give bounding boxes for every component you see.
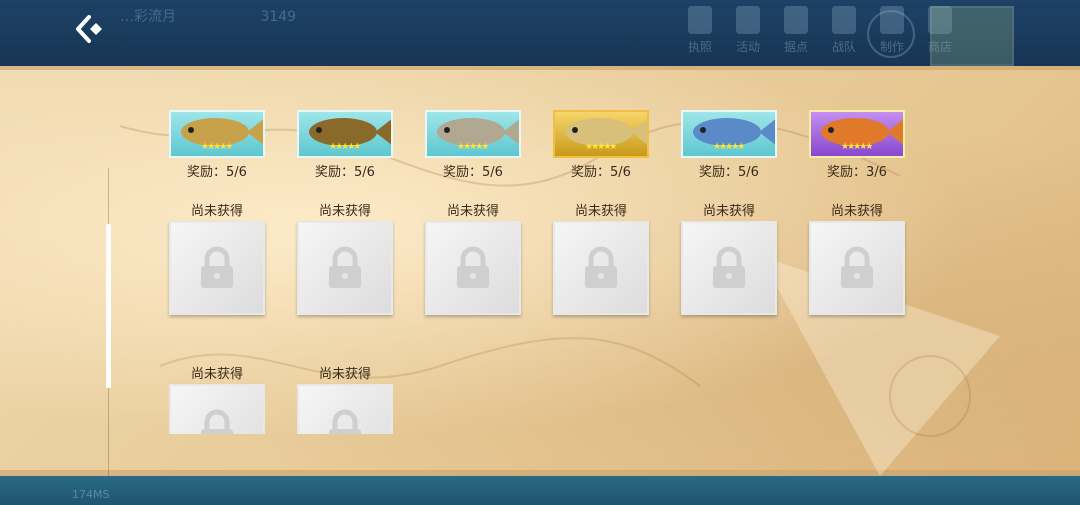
menu-button[interactable] xyxy=(867,10,915,58)
back-button[interactable] xyxy=(70,12,110,46)
rating-stars: ★★★★★ xyxy=(329,142,361,152)
rating-stars: ★★★★★ xyxy=(713,142,745,152)
faded-header-text: …彩流月 3149 xyxy=(120,6,376,28)
rating-stars: ★★★★★ xyxy=(841,142,873,152)
reward-progress: 奖励：3/6 xyxy=(827,165,887,180)
lock-icon xyxy=(201,246,233,288)
locked-label: 尚未获得 xyxy=(574,204,627,219)
locked-label: 尚未获得 xyxy=(446,204,499,219)
reward-progress: 奖励：5/6 xyxy=(571,165,631,180)
fish-card[interactable]: ★★★★★ xyxy=(425,110,521,158)
back-arrow-icon xyxy=(76,15,102,43)
reward-progress: 奖励：5/6 xyxy=(315,165,375,180)
nav-bar: 执照 活动 据点 战队 制作 商店 xyxy=(680,6,960,55)
license-icon xyxy=(688,6,712,34)
fish-card[interactable]: ★★★★★ xyxy=(553,110,649,158)
faded-title: …彩流月 xyxy=(120,9,176,25)
fish-card[interactable]: ★★★★★ xyxy=(169,110,265,158)
locked-item[interactable]: 尚未获得 xyxy=(297,366,393,434)
reward-progress: 奖励：5/6 xyxy=(443,165,503,180)
locked-label: 尚未获得 xyxy=(190,204,243,219)
lock-icon xyxy=(585,246,617,288)
locked-card xyxy=(809,221,905,315)
fish-card[interactable]: ★★★★★ xyxy=(809,110,905,158)
scrollbar[interactable] xyxy=(106,224,111,388)
map-decoration xyxy=(119,119,1000,476)
locked-card xyxy=(169,221,265,315)
locked-card xyxy=(425,221,521,315)
lock-icon xyxy=(841,246,873,288)
gift-icon xyxy=(736,6,760,34)
rating-stars: ★★★★★ xyxy=(201,142,233,152)
lock-icon xyxy=(457,246,489,288)
bottom-bar xyxy=(0,476,1080,505)
locked-item[interactable]: 尚未获得 xyxy=(169,366,265,434)
locked-item[interactable]: 尚未获得 xyxy=(169,203,265,315)
rating-stars: ★★★★★ xyxy=(457,142,489,152)
lock-icon xyxy=(201,409,233,434)
fish-card[interactable]: ★★★★★ xyxy=(681,110,777,158)
lock-icon xyxy=(329,409,361,434)
base-icon xyxy=(784,6,808,34)
nav-item-team[interactable]: 战队 xyxy=(824,6,864,55)
faded-counter: 3149 xyxy=(260,9,297,25)
reward-progress: 奖励：5/6 xyxy=(699,165,759,180)
locked-label: 尚未获得 xyxy=(318,367,371,382)
minimap[interactable] xyxy=(930,6,1014,66)
locked-item[interactable]: 尚未获得 xyxy=(425,203,521,315)
locked-label: 尚未获得 xyxy=(318,204,371,219)
locked-item[interactable]: 尚未获得 xyxy=(809,203,905,315)
locked-card xyxy=(553,221,649,315)
locked-item[interactable]: 尚未获得 xyxy=(681,203,777,315)
lock-icon xyxy=(713,246,745,288)
locked-item[interactable]: 尚未获得 xyxy=(297,203,393,315)
reward-progress: 奖励：5/6 xyxy=(187,165,247,180)
locked-label: 尚未获得 xyxy=(702,204,755,219)
top-bar: …彩流月 3149 执照 活动 据点 战队 制作 商店 xyxy=(0,0,1080,66)
locked-card xyxy=(297,384,393,434)
rating-stars: ★★★★★ xyxy=(585,142,617,152)
fish-card[interactable]: ★★★★★ xyxy=(297,110,393,158)
locked-item[interactable]: 尚未获得 xyxy=(553,203,649,315)
ping-indicator: 174MS xyxy=(72,488,110,501)
team-icon xyxy=(832,6,856,34)
locked-card xyxy=(297,221,393,315)
nav-item-license[interactable]: 执照 xyxy=(680,6,720,55)
collection-panel[interactable] xyxy=(0,66,1080,476)
nav-item-base[interactable]: 据点 xyxy=(776,6,816,55)
lock-icon xyxy=(329,246,361,288)
locked-label: 尚未获得 xyxy=(830,204,883,219)
locked-label: 尚未获得 xyxy=(190,367,243,382)
locked-card xyxy=(169,384,265,434)
nav-item-activity[interactable]: 活动 xyxy=(728,6,768,55)
locked-card xyxy=(681,221,777,315)
